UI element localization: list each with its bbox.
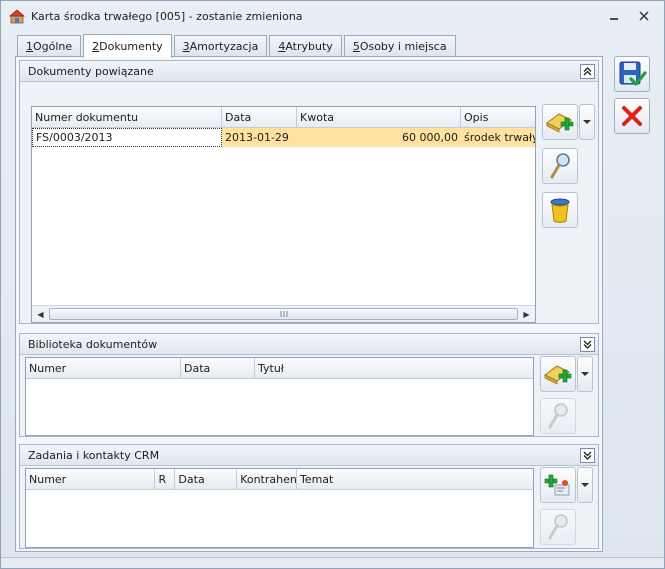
group-title: Dokumenty powiązane	[28, 64, 154, 78]
column-header-kontrahent[interactable]: Kontrahent	[237, 469, 297, 489]
documents-grid: Numer dokumentu Data Kwota Opis FS/0003/…	[31, 106, 536, 323]
scrollbar-thumb[interactable]	[49, 308, 518, 320]
status-bar	[1, 557, 664, 568]
column-header-numer[interactable]: Numer dokumentu	[32, 107, 222, 127]
tab-ogolne[interactable]: 1 Ogólne	[17, 35, 82, 57]
tab-atrybuty-key: 4	[278, 40, 286, 53]
crm-grid: Numer R Data Kontrahent Temat	[25, 468, 534, 548]
group-dokumenty-powiazane: Dokumenty powiązane Numer dokumentu Data…	[19, 60, 599, 324]
magnifier-icon	[550, 153, 570, 179]
chevron-down-icon	[583, 120, 591, 124]
add-task-button[interactable]	[540, 467, 576, 503]
group-header: Biblioteka dokumentów	[20, 334, 598, 355]
magnifier-icon	[548, 403, 568, 429]
tab-osoby-i-miejsca[interactable]: 5 Osoby i miejsca	[343, 35, 456, 57]
column-header-tytul[interactable]: Tytuł	[255, 358, 533, 378]
cell-opis: środek trwały	[461, 128, 535, 147]
save-floppy-icon	[619, 61, 647, 86]
group-title: Zadania i kontakty CRM	[28, 448, 160, 462]
add-task-icon	[544, 474, 570, 496]
table-row[interactable]: FS/0003/2013 2013-01-29 60 000,00 środek…	[32, 128, 535, 147]
tab-osoby-label: Osoby i miejsca	[359, 40, 447, 53]
cancel-button[interactable]	[614, 98, 650, 134]
collapse-button[interactable]	[580, 337, 595, 352]
trash-bin-icon	[550, 198, 570, 223]
group-header: Dokumenty powiązane	[20, 61, 598, 82]
add-document-button[interactable]	[542, 104, 578, 140]
tab-osoby-key: 5	[352, 40, 360, 53]
scroll-left-arrow[interactable]: ◀	[32, 306, 49, 322]
add-library-document-button[interactable]	[540, 356, 576, 392]
tab-strip: 1 Ogólne 2 Dokumenty 3 Amortyzacja 4 Atr…	[17, 34, 458, 58]
preview-library-document-button[interactable]	[540, 398, 576, 434]
add-document-icon	[546, 113, 574, 133]
group-biblioteka-dokumentow: Biblioteka dokumentów Numer Data Tytuł	[19, 333, 599, 437]
grid-header: Numer Data Tytuł	[26, 358, 533, 379]
window: Karta środka trwałego [005] - zostanie z…	[0, 0, 665, 569]
tab-atrybuty[interactable]: 4 Atrybuty	[269, 35, 342, 57]
grid-header: Numer R Data Kontrahent Temat	[26, 469, 533, 490]
close-button[interactable]	[635, 9, 653, 23]
window-title: Karta środka trwałego [005] - zostanie z…	[31, 10, 303, 23]
column-header-temat[interactable]: Temat	[297, 469, 533, 489]
minimize-icon	[610, 18, 618, 20]
add-document-dropdown[interactable]	[579, 104, 595, 140]
tab-dokumenty-label: Dokumenty	[99, 40, 163, 53]
cell-data: 2013-01-29	[222, 128, 297, 147]
tab-amortyzacja-key: 3	[182, 40, 190, 53]
delete-document-button[interactable]	[542, 192, 578, 228]
group-title: Biblioteka dokumentów	[28, 337, 158, 351]
double-chevron-down-icon	[583, 340, 592, 349]
grip-icon	[280, 311, 288, 317]
add-task-dropdown[interactable]	[577, 467, 593, 503]
tab-ogolne-label: Ogólne	[33, 40, 73, 53]
column-header-numer[interactable]: Numer	[26, 469, 156, 489]
scroll-right-arrow[interactable]: ▶	[518, 306, 535, 322]
column-header-data[interactable]: Data	[181, 358, 255, 378]
save-button[interactable]	[614, 56, 650, 92]
preview-document-button[interactable]	[542, 148, 578, 184]
column-header-data[interactable]: Data	[175, 469, 238, 489]
group-zadania-crm: Zadania i kontakty CRM Numer R Data Kont…	[19, 444, 599, 549]
magnifier-icon	[548, 514, 568, 540]
cancel-x-icon	[622, 106, 642, 126]
library-grid: Numer Data Tytuł	[25, 357, 534, 436]
chevron-down-icon	[581, 372, 589, 376]
add-document-icon	[544, 365, 572, 385]
tab-amortyzacja-label: Amortyzacja	[189, 40, 259, 53]
app-icon	[9, 9, 25, 24]
collapse-button[interactable]	[580, 448, 595, 463]
minimize-button[interactable]	[605, 9, 623, 23]
horizontal-scrollbar[interactable]: ◀ ▶	[32, 305, 535, 322]
double-chevron-up-icon	[583, 67, 592, 76]
chevron-down-icon	[581, 483, 589, 487]
tab-dokumenty-key: 2	[92, 40, 100, 53]
collapse-button[interactable]	[580, 64, 595, 79]
add-library-document-dropdown[interactable]	[577, 356, 593, 392]
tab-ogolne-key: 1	[26, 40, 33, 53]
group-header: Zadania i kontakty CRM	[20, 445, 598, 466]
tab-dokumenty[interactable]: 2 Dokumenty	[83, 34, 172, 58]
column-header-r[interactable]: R	[155, 469, 176, 489]
column-header-numer[interactable]: Numer	[26, 358, 181, 378]
preview-task-button[interactable]	[540, 509, 576, 545]
close-icon	[639, 11, 649, 21]
column-header-opis[interactable]: Opis	[461, 107, 535, 127]
column-header-kwota[interactable]: Kwota	[297, 107, 461, 127]
cell-numer: FS/0003/2013	[32, 128, 222, 147]
tab-atrybuty-label: Atrybuty	[285, 40, 333, 53]
cell-kwota: 60 000,00	[297, 128, 461, 147]
double-chevron-down-icon	[583, 451, 592, 460]
column-header-data[interactable]: Data	[222, 107, 297, 127]
tab-amortyzacja[interactable]: 3 Amortyzacja	[173, 35, 268, 57]
title-bar: Karta środka trwałego [005] - zostanie z…	[1, 1, 664, 31]
tab-page-dokumenty: Dokumenty powiązane Numer dokumentu Data…	[15, 56, 603, 552]
grid-header: Numer dokumentu Data Kwota Opis	[32, 107, 535, 128]
